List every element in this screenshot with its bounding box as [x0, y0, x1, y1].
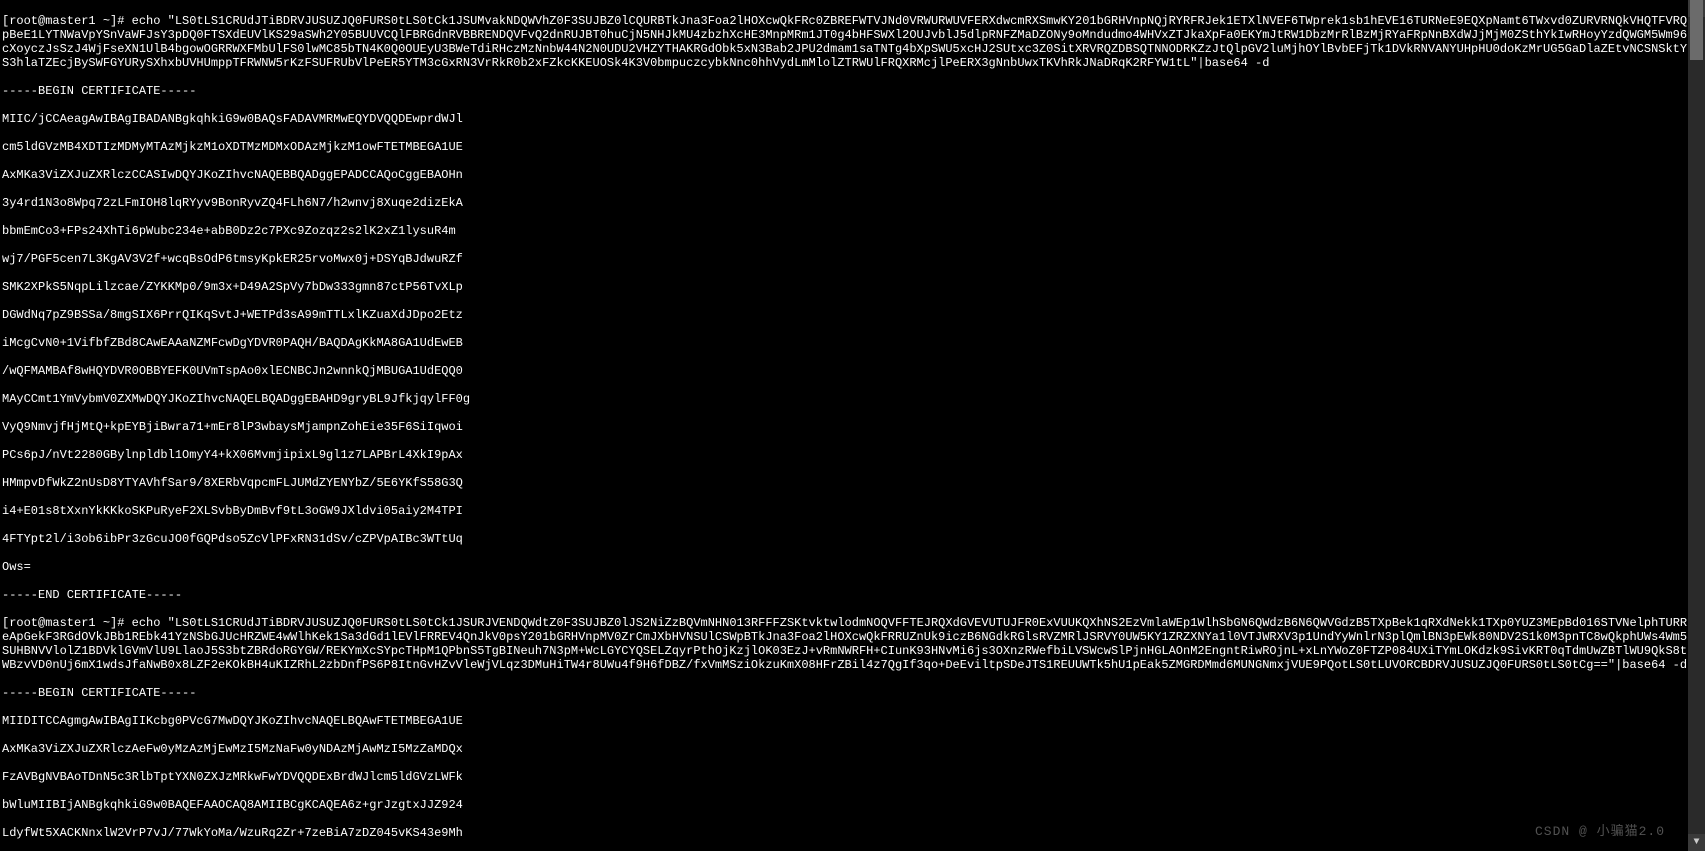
- cert1-line: MIIC/jCCAeagAwIBAgIBADANBgkqhkiG9w0BAQsF…: [2, 112, 1690, 126]
- cert1-line: Ows=: [2, 560, 1690, 574]
- cert1-line: MAyCCmt1YmVybmV0ZXMwDQYJKoZIhvcNAQELBQAD…: [2, 392, 1690, 406]
- cert1-line: HMmpvDfWkZ2nUsD8YTYAVhfSar9/8XERbVqpcmFL…: [2, 476, 1690, 490]
- command-1: echo "LS0tLS1CRUdJTiBDRVJUSUZJQ0FURS0tLS…: [2, 14, 1687, 70]
- scroll-down-arrow-icon[interactable]: ▼: [1688, 834, 1705, 851]
- cert2-line: AxMKa3ViZXJuZXRlczAeFw0yMzAzMjEwMzI5MzNa…: [2, 742, 1690, 756]
- cert1-line: iMcgCvN0+1VifbfZBd8CAwEAAaNZMFcwDgYDVR0P…: [2, 336, 1690, 350]
- cert1-line: /wQFMAMBAf8wHQYDVR0OBBYEFK0UVmTspAo0xlEC…: [2, 364, 1690, 378]
- csdn-watermark: CSDN @ 小骗猫2.0: [1535, 825, 1665, 839]
- scrollbar-thumb[interactable]: [1690, 0, 1703, 60]
- cert1-line: cm5ldGVzMB4XDTIzMDMyMTAzMjkzM1oXDTMzMDMx…: [2, 140, 1690, 154]
- shell-prompt: [root@master1 ~]#: [2, 14, 132, 28]
- cert1-end: -----END CERTIFICATE-----: [2, 588, 1690, 602]
- cert1-begin: -----BEGIN CERTIFICATE-----: [2, 84, 1690, 98]
- cert1-line: wj7/PGF5cen7L3KgAV3V2f+wcqBsOdP6tmsyKpkE…: [2, 252, 1690, 266]
- cert2-line: bWluMIIBIjANBgkqhkiG9w0BAQEFAAOCAQ8AMIIB…: [2, 798, 1690, 812]
- terminal-output[interactable]: [root@master1 ~]# echo "LS0tLS1CRUdJTiBD…: [0, 0, 1692, 851]
- cert1-line: SMK2XPkS5NqpLilzcae/ZYKKMp0/9m3x+D49A2Sp…: [2, 280, 1690, 294]
- cert1-line: 3y4rd1N3o8Wpq72zLFmIOH8lqRYyv9BonRyvZQ4F…: [2, 196, 1690, 210]
- shell-prompt: [root@master1 ~]#: [2, 616, 132, 630]
- cert2-line: MIIDITCCAgmgAwIBAgIIKcbg0PVcG7MwDQYJKoZI…: [2, 714, 1690, 728]
- cert1-line: VyQ9NmvjfHjMtQ+kpEYBjiBwra71+mEr8lP3wbay…: [2, 420, 1690, 434]
- cert1-line: AxMKa3ViZXJuZXRlczCCASIwDQYJKoZIhvcNAQEB…: [2, 168, 1690, 182]
- cert1-line: bbmEmCo3+FPs24XhTi6pWubc234e+abB0Dz2c7PX…: [2, 224, 1690, 238]
- cert2-begin: -----BEGIN CERTIFICATE-----: [2, 686, 1690, 700]
- cert1-line: 4FTYpt2l/i3ob6ibPr3zGcuJO0fGQPdso5ZcVlPF…: [2, 532, 1690, 546]
- cert1-line: i4+E01s8tXxnYkKKkoSKPuRyeF2XLSvbByDmBvf9…: [2, 504, 1690, 518]
- cert1-line: DGWdNq7pZ9BSSa/8mgSIX6PrrQIKqSvtJ+WETPd3…: [2, 308, 1690, 322]
- command-2: echo "LS0tLS1CRUdJTiBDRVJUSUZJQ0FURS0tLS…: [2, 616, 1687, 672]
- cert2-line: FzAVBgNVBAoTDnN5c3RlbTptYXN0ZXJzMRkwFwYD…: [2, 770, 1690, 784]
- vertical-scrollbar[interactable]: ▲ ▼: [1688, 0, 1705, 851]
- cert2-line: LdyfWt5XACKNnxlW2VrP7vJ/77WkYoMa/WzuRq2Z…: [2, 826, 1690, 840]
- cert1-line: PCs6pJ/nVt2280GBylnpldbl1OmyY4+kX06Mvmji…: [2, 448, 1690, 462]
